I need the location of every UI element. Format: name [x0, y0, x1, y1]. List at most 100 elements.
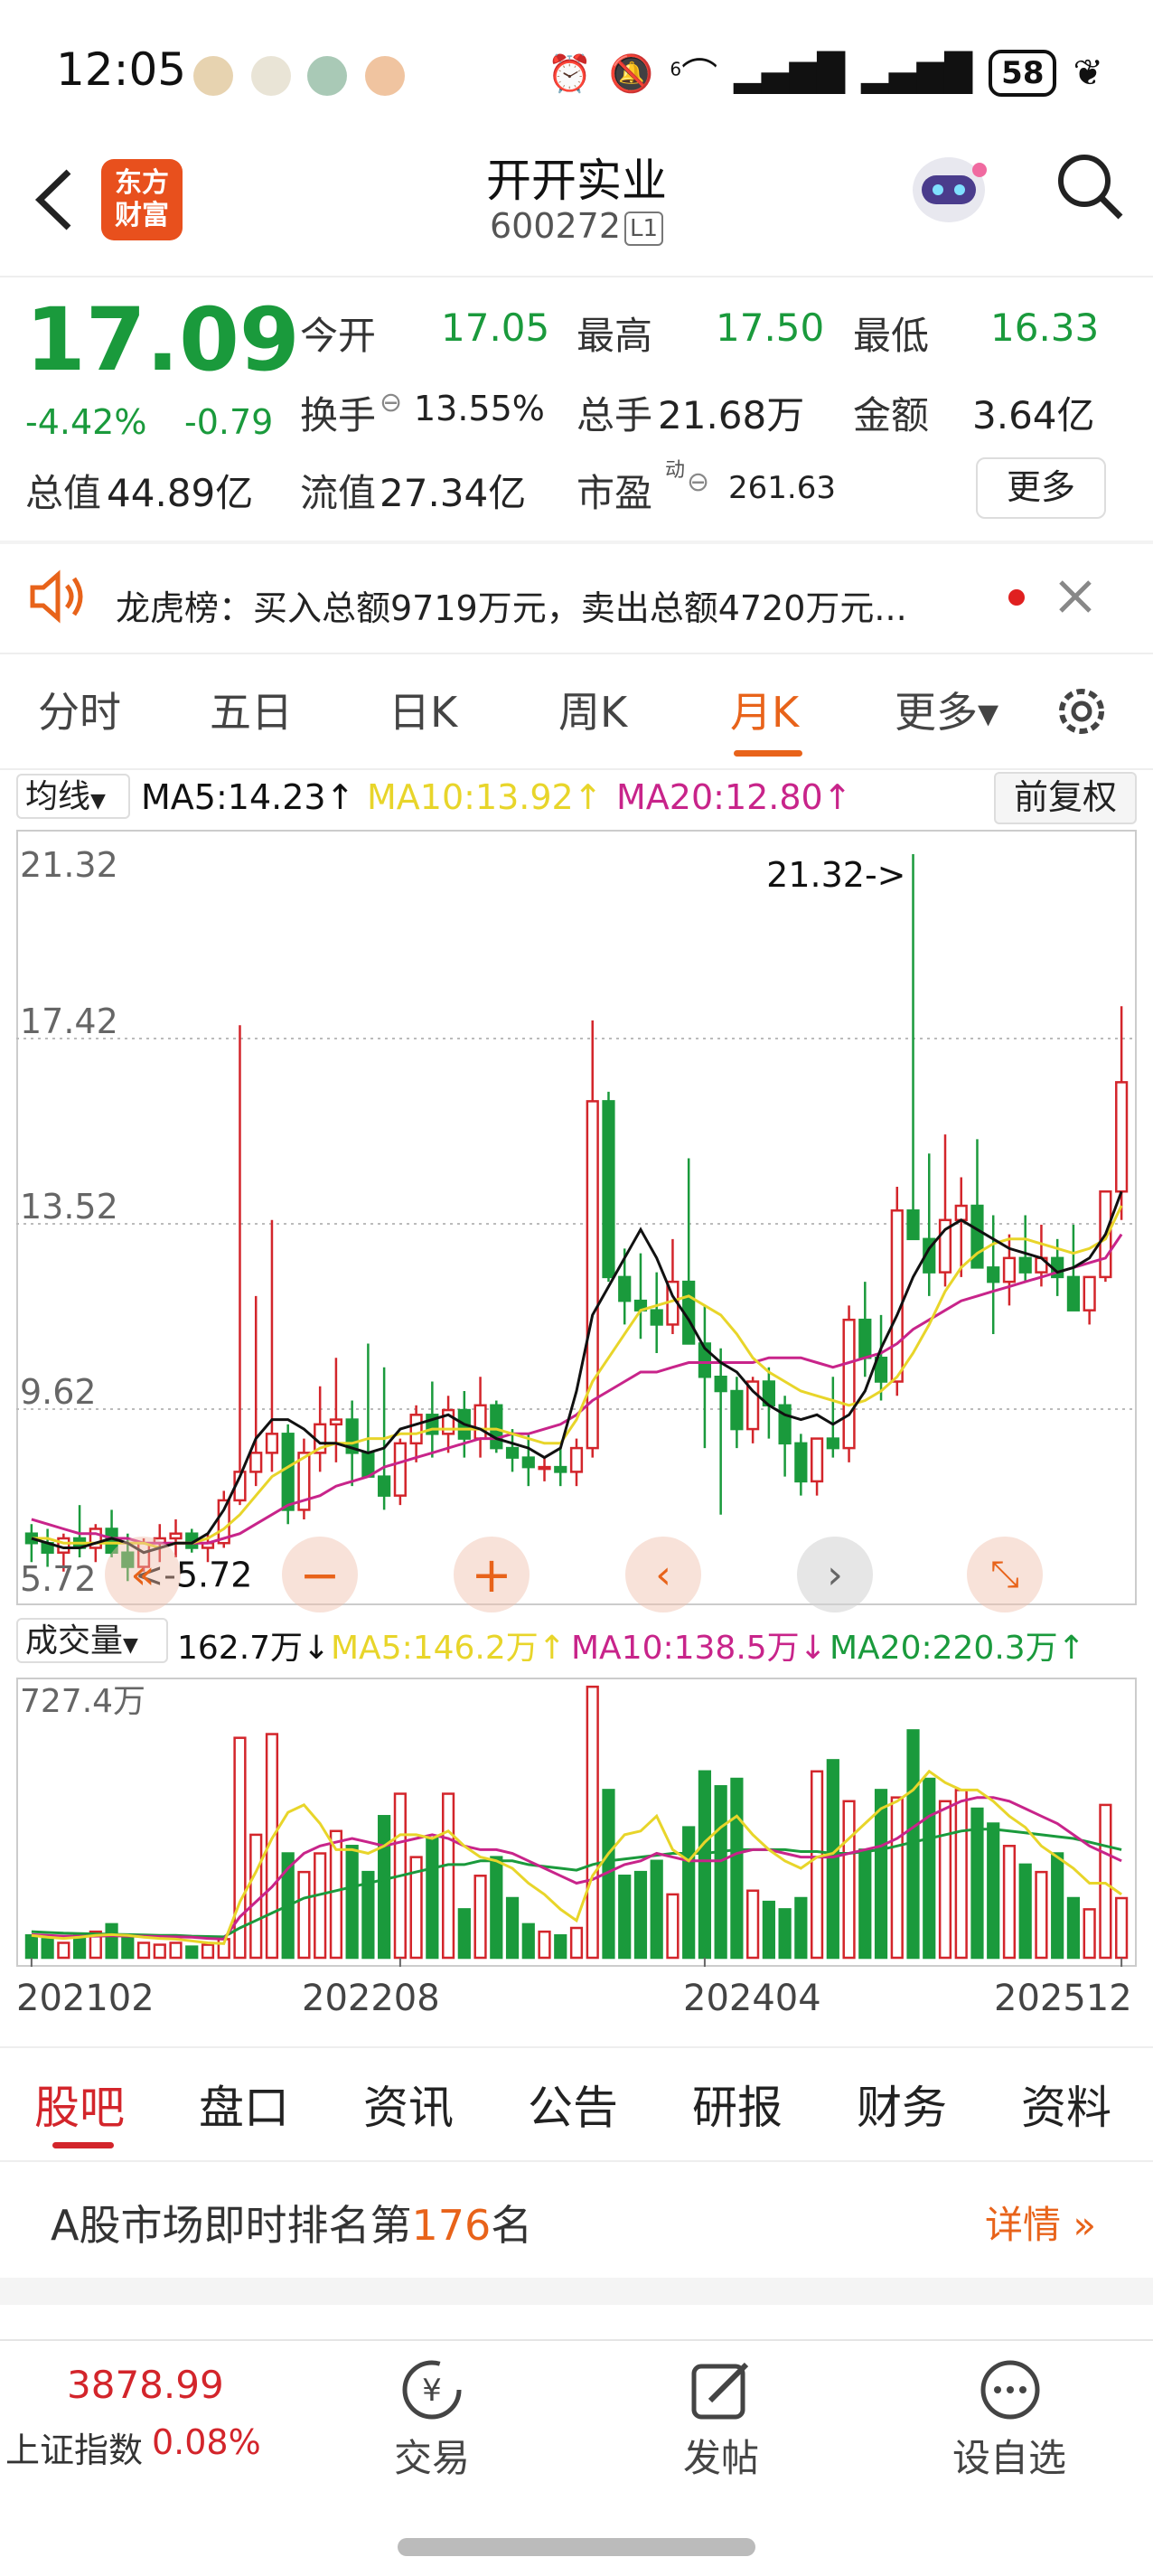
adjustment-button[interactable]: 前复权 — [994, 772, 1137, 824]
more-dots-icon[interactable] — [976, 2357, 1045, 2422]
chevron-left-icon: ‹ — [655, 1551, 671, 1598]
ma5-legend: MA5:14.23↑ — [141, 777, 355, 817]
tab-announcements[interactable]: 公告 — [528, 2072, 618, 2137]
chevron-right-icon: › — [827, 1551, 843, 1598]
volume-bar — [521, 1923, 535, 1960]
volume-bar — [314, 1852, 327, 1960]
candle-body — [794, 1442, 808, 1483]
tab-orderbook[interactable]: 盘口 — [199, 2072, 289, 2137]
candle-body — [987, 1266, 1000, 1283]
assistant-robot-icon[interactable] — [904, 143, 994, 233]
index-name[interactable]: 上证指数 — [5, 2422, 143, 2472]
tab-daily-k[interactable]: 日K — [389, 680, 457, 739]
tab-more[interactable]: 更多▾ — [895, 680, 998, 739]
volume-bar — [538, 1930, 551, 1960]
price-axis-label: 5.72 — [20, 1559, 97, 1599]
volume-bar — [810, 1770, 824, 1960]
candle-body — [393, 1442, 407, 1497]
add-watchlist-button[interactable]: 设自选 — [952, 2428, 1066, 2483]
volume-bar — [762, 1900, 775, 1960]
float-cap-value: 27.34亿 — [380, 471, 527, 515]
candle-body — [586, 1100, 599, 1450]
zoom-out-button[interactable]: − — [282, 1537, 358, 1612]
tab-profile[interactable]: 资料 — [1021, 2072, 1111, 2137]
candle-body — [842, 1318, 856, 1450]
volume-bar — [730, 1777, 744, 1960]
price-axis-label: 13.52 — [20, 1187, 118, 1227]
price-axis-label: 9.62 — [20, 1372, 97, 1412]
post-button[interactable]: 发帖 — [683, 2428, 759, 2483]
volume-bar — [345, 1845, 359, 1960]
info-icon[interactable]: ⊖ — [380, 387, 402, 418]
candle-body — [906, 1209, 920, 1241]
tab-five-day[interactable]: 五日 — [210, 680, 293, 739]
volume-bar — [1099, 1803, 1112, 1960]
scroll-right-button[interactable]: › — [797, 1537, 873, 1612]
volume-indicator-selector[interactable]: 成交量▼ — [16, 1618, 168, 1663]
volume-bar — [457, 1908, 471, 1960]
volume-legend: 162.7万↓ — [177, 1630, 331, 1667]
turnover-label: 换手 — [300, 393, 377, 437]
tab-research[interactable]: 研报 — [692, 2072, 783, 2137]
tab-news[interactable]: 资讯 — [363, 2072, 454, 2137]
home-indicator — [398, 2538, 755, 2556]
candle-body — [858, 1318, 872, 1359]
plus-icon: + — [471, 1546, 512, 1603]
tab-monthly-k[interactable]: 月K — [730, 680, 799, 739]
section-divider — [0, 2278, 1153, 2305]
volume-bar — [954, 1789, 968, 1960]
indicator-selector[interactable]: 均线▼ — [16, 774, 130, 819]
notification-app-icon — [307, 56, 347, 96]
volume-bar — [57, 1941, 70, 1960]
volume-bar — [938, 1800, 952, 1960]
gear-icon[interactable] — [1050, 680, 1113, 743]
current-price: 17.09 — [25, 289, 300, 390]
scroll-far-left-button[interactable]: « — [105, 1537, 181, 1612]
more-quote-button[interactable]: 更多 — [976, 457, 1106, 519]
rank-detail-link[interactable]: 详情 » — [985, 2195, 1096, 2250]
candle-body — [890, 1209, 904, 1383]
candle-body — [378, 1475, 391, 1497]
vol-ma10-legend: MA10:138.5万↓ — [571, 1630, 827, 1667]
candle-body — [473, 1404, 487, 1440]
close-icon[interactable] — [1057, 578, 1093, 615]
volume-bar — [24, 1934, 38, 1960]
index-value[interactable]: 3878.99 — [67, 2363, 224, 2407]
candle-body — [778, 1404, 792, 1445]
info-icon[interactable]: ⊖ — [687, 466, 709, 498]
tab-finance[interactable]: 财务 — [857, 2072, 947, 2137]
volume-bar — [698, 1770, 712, 1960]
volume-bar — [249, 1833, 263, 1960]
zoom-in-button[interactable]: + — [454, 1537, 530, 1612]
market-level-tag: L1 — [624, 211, 664, 246]
unread-dot — [1008, 589, 1025, 606]
volume-selector-label: 成交量 — [25, 1622, 124, 1659]
search-icon[interactable] — [1048, 145, 1130, 226]
candle-body — [169, 1532, 183, 1540]
alarm-icon: ⏰ — [547, 52, 593, 95]
status-bar: 12:05 ⏰ 🔕 6⌒ ▂▄▆█ ▂▄▆█ 58 ❦ — [0, 0, 1153, 136]
max-price-annotation: 21.32-> — [766, 855, 905, 895]
signal-icon: ▂▄▆█ — [734, 52, 846, 94]
tab-intraday[interactable]: 分时 — [38, 680, 121, 739]
volume-bar — [778, 1908, 792, 1960]
kline-chart[interactable]: 21.3217.4213.529.625.7221.32-><-5.72 — [16, 830, 1137, 1605]
tab-forum[interactable]: 股吧 — [34, 2072, 125, 2137]
candle-body — [1002, 1256, 1017, 1283]
tab-weekly-k[interactable]: 周K — [558, 680, 627, 739]
low-label: 最低 — [853, 314, 930, 358]
trade-icon[interactable]: ¥ — [396, 2357, 468, 2422]
scroll-left-button[interactable]: ‹ — [625, 1537, 701, 1612]
edit-post-icon[interactable] — [689, 2357, 757, 2422]
low-value: 16.33 — [990, 306, 1100, 350]
trade-button[interactable]: 交易 — [394, 2428, 470, 2483]
minus-icon: − — [299, 1546, 341, 1603]
x-axis-label: 202512 — [994, 1978, 1132, 2019]
volume-bar — [874, 1789, 888, 1960]
volume-bar — [842, 1800, 856, 1960]
volume-chart[interactable]: 727.4万 — [16, 1678, 1137, 1967]
notice-text[interactable]: 龙虎榜：买入总额9719万元，卖出总额4720万元... — [116, 580, 907, 630]
rank-prefix: A股市场即时排名第 — [51, 2201, 412, 2250]
fullscreen-button[interactable]: ⤡ — [967, 1537, 1043, 1612]
volume-bar — [1035, 1870, 1048, 1960]
